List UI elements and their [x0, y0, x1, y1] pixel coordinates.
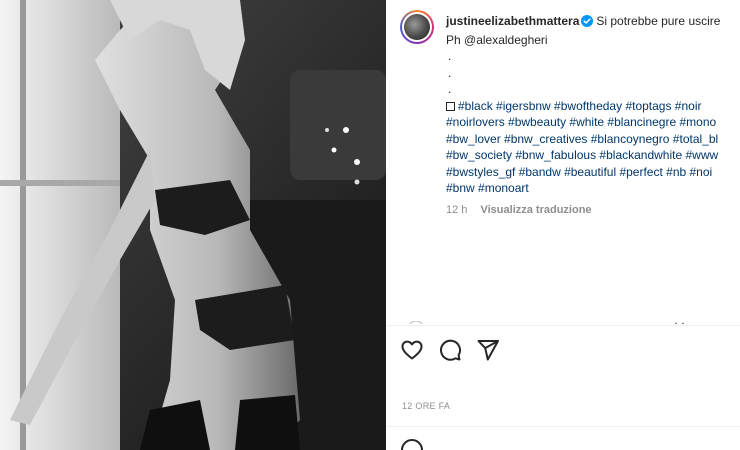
username-link[interactable]: justineelizabethmattera	[446, 14, 579, 28]
square-flag-icon	[446, 101, 455, 111]
avatar-ring	[402, 12, 432, 42]
avatar-image	[404, 14, 430, 40]
emoji-icon[interactable]	[400, 438, 424, 450]
hashtag-line[interactable]: #bw_society #bnw_fabulous #blackandwhite…	[446, 147, 740, 164]
post-photo[interactable]	[0, 0, 386, 450]
hashtag-text[interactable]: #black #igersbnw #bwoftheday #toptags #n…	[458, 99, 702, 113]
post-side-panel: justineelizabethmattera Si potrebbe pure …	[386, 0, 740, 450]
caption-dot: .	[448, 82, 452, 96]
time-ago: 12 h	[446, 204, 468, 216]
section-divider	[386, 426, 740, 427]
photo-image	[0, 0, 386, 450]
send-icon[interactable]	[476, 338, 500, 362]
hashtag-line[interactable]: #bnw #monoart	[446, 180, 740, 197]
hashtag-line[interactable]: #bw_lover #bnw_creatives #blancoynegro #…	[446, 131, 740, 148]
hashtag-line[interactable]: #noirlovers #bwbeauty #white #blancinegr…	[446, 114, 740, 131]
user-avatar[interactable]	[400, 10, 434, 44]
translate-button[interactable]: Visualizza traduzione	[480, 204, 591, 216]
hashtag-line: #black #igersbnw #bwoftheday #toptags #n…	[446, 98, 740, 115]
caption-dot: .	[448, 65, 452, 80]
credit-line: Ph @alexaldegheri	[446, 32, 548, 47]
caption-meta: 12 h Visualizza traduzione	[446, 204, 592, 216]
post-caption: justineelizabethmattera Si potrebbe pure …	[446, 13, 740, 197]
heart-icon[interactable]	[400, 338, 424, 362]
section-divider	[386, 325, 740, 326]
caption-dot: .	[448, 49, 452, 63]
next-comment-peek	[400, 316, 740, 324]
post-date: 12 ORE FA	[402, 401, 451, 411]
comment-icon[interactable]	[438, 338, 462, 362]
caption-first-line: justineelizabethmattera Si potrebbe pure …	[446, 13, 740, 32]
verified-badge-icon	[581, 15, 594, 32]
caption-text: Si potrebbe pure uscire	[596, 14, 721, 28]
hashtag-line[interactable]: #bwstyles_gf #bandw #beautiful #perfect …	[446, 164, 740, 181]
